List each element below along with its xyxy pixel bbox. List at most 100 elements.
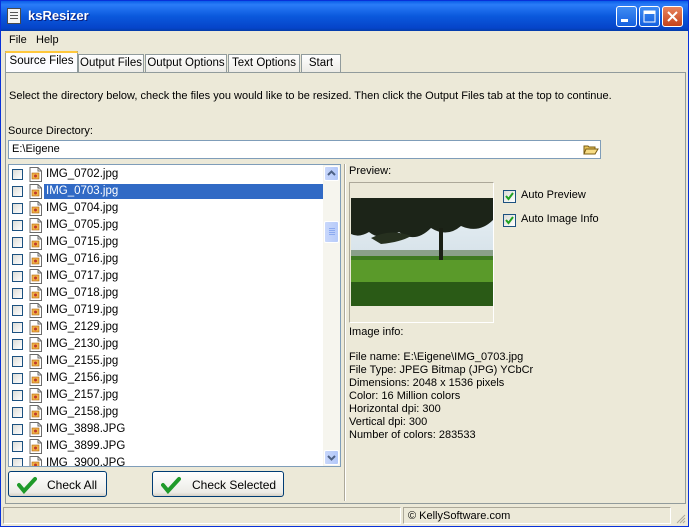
image-file-icon [29,269,42,284]
auto-image-info-checkbox[interactable] [503,214,516,227]
file-list-item[interactable]: IMG_2156.jpg [9,370,325,387]
image-file-icon [29,456,42,466]
file-checkbox[interactable] [12,458,23,466]
file-list-item[interactable]: IMG_0716.jpg [9,251,325,268]
image-file-icon [29,201,42,216]
file-list[interactable]: IMG_0702.jpg IMG_0703.jpg IMG_0704.jpg IMG_… [8,164,341,467]
tab-source-files[interactable]: Source Files [5,51,78,72]
tab-strip: Source Files Output Files Output Options… [5,51,685,73]
file-name: IMG_2158.jpg [46,406,119,418]
check-all-button[interactable]: Check All [8,471,107,497]
file-checkbox[interactable] [12,390,23,401]
image-file-icon [29,167,42,182]
file-name: IMG_0719.jpg [46,304,119,316]
file-name: IMG_0715.jpg [46,236,119,248]
file-list-item[interactable]: IMG_2129.jpg [9,319,325,336]
file-checkbox[interactable] [12,339,23,350]
file-checkbox[interactable] [12,271,23,282]
file-list-item[interactable]: IMG_3900.JPG [9,455,325,466]
file-name: IMG_0705.jpg [46,219,119,231]
instructions-text: Select the directory below, check the fi… [9,90,612,102]
scroll-down-button[interactable] [324,450,339,465]
info-horizontal-dpi: Horizontal dpi: 300 [349,403,441,415]
status-pane-main [3,507,401,524]
file-checkbox[interactable] [12,169,23,180]
info-number-of-colors: Number of colors: 283533 [349,429,476,441]
file-name: IMG_2156.jpg [46,372,119,384]
file-list-item[interactable]: IMG_3898.JPG [9,421,325,438]
file-checkbox[interactable] [12,288,23,299]
menu-help[interactable]: Help [36,34,59,46]
image-file-icon [29,371,42,386]
file-list-item[interactable]: IMG_2155.jpg [9,353,325,370]
image-file-icon [29,354,42,369]
app-window: ksResizer File Help Source Files Output … [0,0,689,527]
info-vertical-dpi: Vertical dpi: 300 [349,416,428,428]
file-list-item[interactable]: IMG_0705.jpg [9,217,325,234]
file-list-item[interactable]: IMG_0719.jpg [9,302,325,319]
image-file-icon [29,405,42,420]
check-selected-button[interactable]: Check Selected [152,471,284,497]
arrow-up-icon [327,170,336,176]
file-checkbox[interactable] [12,237,23,248]
file-list-item[interactable]: IMG_0715.jpg [9,234,325,251]
file-checkbox[interactable] [12,220,23,231]
file-name: IMG_0703.jpg [44,184,325,199]
auto-preview-checkbox[interactable] [503,190,516,203]
file-checkbox[interactable] [12,186,23,197]
file-name: IMG_3898.JPG [46,423,126,435]
minimize-button[interactable] [616,6,637,27]
file-name: IMG_2155.jpg [46,355,119,367]
file-checkbox[interactable] [12,356,23,367]
file-name: IMG_0718.jpg [46,287,119,299]
info-color: Color: 16 Million colors [349,390,461,402]
menu-bar: File Help [1,31,688,49]
file-name: IMG_3899.JPG [46,440,126,452]
image-file-icon [29,337,42,352]
file-checkbox[interactable] [12,254,23,265]
tab-output-files[interactable]: Output Files [78,54,144,72]
file-list-item[interactable]: IMG_2130.jpg [9,336,325,353]
image-info-label: Image info: [349,326,404,338]
tab-start[interactable]: Start [301,54,341,72]
info-dimensions: Dimensions: 2048 x 1536 pixels [349,377,505,389]
status-bar: © KellySoftware.com [1,504,688,526]
file-checkbox[interactable] [12,407,23,418]
file-checkbox[interactable] [12,424,23,435]
tab-output-options[interactable]: Output Options [145,54,227,72]
info-file-type: File Type: JPEG Bitmap (JPG) YCbCr [349,364,534,376]
file-list-item[interactable]: IMG_0702.jpg [9,166,325,183]
file-list-scrollbar[interactable] [323,165,340,466]
file-checkbox[interactable] [12,373,23,384]
file-name: IMG_0717.jpg [46,270,119,282]
file-checkbox[interactable] [12,203,23,214]
file-list-item[interactable]: IMG_2158.jpg [9,404,325,421]
file-checkbox[interactable] [12,322,23,333]
maximize-button[interactable] [639,6,660,27]
file-list-item[interactable]: IMG_2157.jpg [9,387,325,404]
resize-grip-icon[interactable] [674,512,686,524]
file-list-item[interactable]: IMG_0718.jpg [9,285,325,302]
image-file-icon [29,320,42,335]
file-list-item[interactable]: IMG_0717.jpg [9,268,325,285]
source-directory-label: Source Directory: [8,125,93,137]
title-bar[interactable]: ksResizer [1,1,688,31]
tab-text-options[interactable]: Text Options [228,54,300,72]
menu-file[interactable]: File [9,34,27,46]
file-list-item[interactable]: IMG_0704.jpg [9,200,325,217]
scroll-thumb[interactable] [324,221,339,243]
panel-divider [344,164,346,501]
close-button[interactable] [662,6,683,27]
file-checkbox[interactable] [12,441,23,452]
scroll-up-button[interactable] [324,166,339,181]
info-file-name: File name: E:\Eigene\IMG_0703.jpg [349,351,524,363]
file-name: IMG_2129.jpg [46,321,119,333]
image-file-icon [29,218,42,233]
file-checkbox[interactable] [12,305,23,316]
source-directory-input[interactable]: E:\Eigene [8,140,601,159]
file-list-item[interactable]: IMG_3899.JPG [9,438,325,455]
file-list-item[interactable]: IMG_0703.jpg [9,183,325,200]
close-icon [667,11,678,22]
image-file-icon [29,439,42,454]
browse-folder-button[interactable] [581,141,600,158]
